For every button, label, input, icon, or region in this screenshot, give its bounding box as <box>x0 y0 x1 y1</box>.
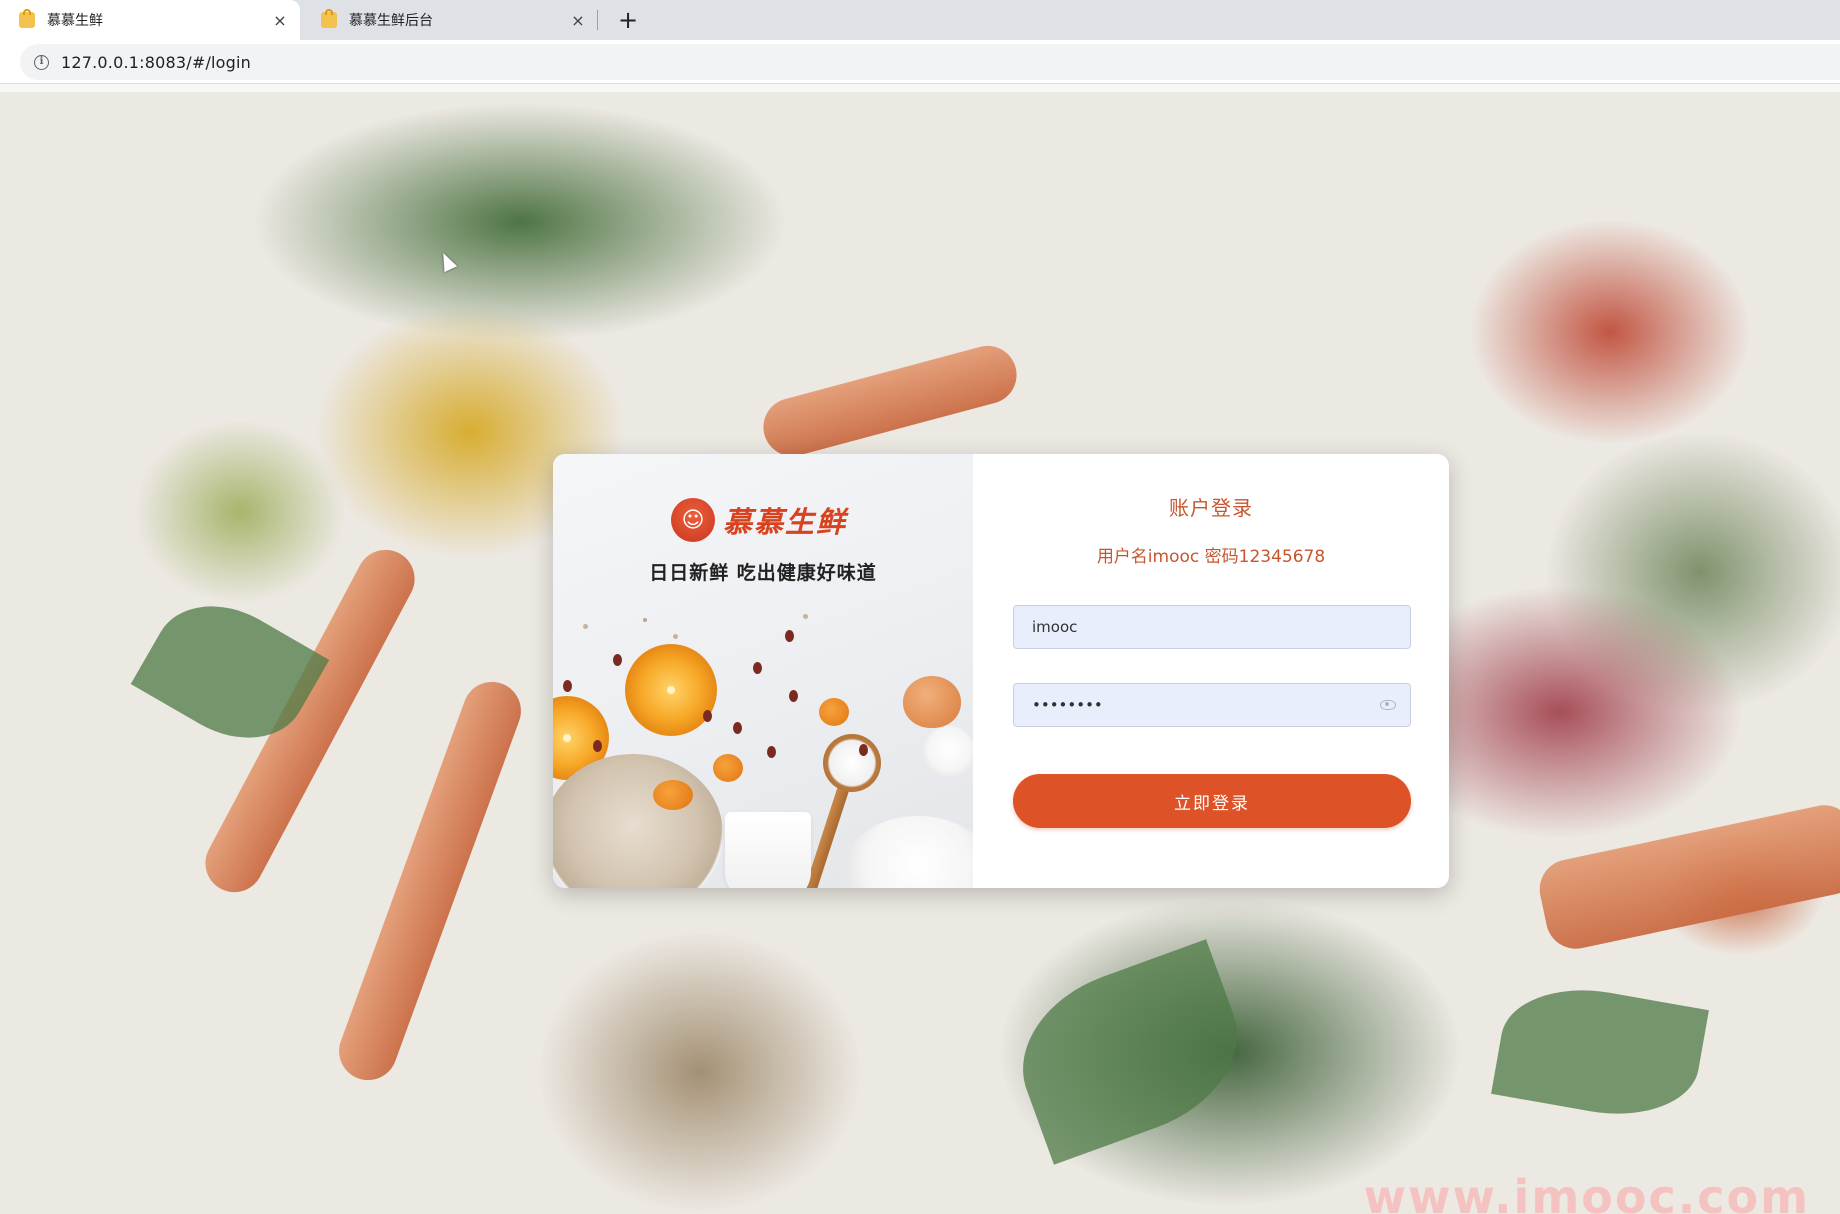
apricot-image <box>819 698 849 726</box>
login-card: ☺ 慕慕生鲜 日日新鲜 吃出健康好味道 账户登录 用户名imooc 密码1234… <box>553 454 1449 888</box>
tab-title: 慕慕生鲜后台 <box>349 13 433 29</box>
url-text[interactable]: 127.0.0.1:8083/#/login <box>61 53 251 72</box>
credentials-hint: 用户名imooc 密码12345678 <box>1096 547 1326 567</box>
raisin-image <box>563 680 572 692</box>
brand-name: 慕慕生鲜 <box>723 505 848 539</box>
milk-cup-image <box>725 812 811 888</box>
browser-toolbar: i 127.0.0.1:8083/#/login <box>0 40 1840 84</box>
new-tab-button[interactable]: + <box>612 4 644 36</box>
promo-panel: ☺ 慕慕生鲜 日日新鲜 吃出健康好味道 <box>553 454 973 888</box>
egg-image <box>903 676 961 728</box>
raisin-image <box>613 654 622 666</box>
carrot-decoration <box>1534 799 1840 955</box>
oat-flake-image <box>643 618 647 622</box>
leaf-decoration <box>1491 975 1709 1129</box>
spoon-image <box>823 734 881 792</box>
browser-tab-bar: 慕慕生鲜 × 慕慕生鲜后台 × + <box>0 0 1840 40</box>
shopping-bag-icon <box>19 9 35 28</box>
tab-mumu-shengxian[interactable]: 慕慕生鲜 × <box>0 0 300 40</box>
apricot-image <box>653 780 693 810</box>
raisin-image <box>753 662 762 674</box>
address-bar[interactable]: i 127.0.0.1:8083/#/login <box>20 44 1840 80</box>
username-input[interactable]: imooc <box>1013 605 1411 649</box>
tab-divider <box>597 10 598 30</box>
toolbar-divider <box>0 84 1840 92</box>
password-input[interactable]: •••••••• <box>1013 683 1411 727</box>
mouse-cursor-icon <box>436 249 458 273</box>
close-tab-icon[interactable]: × <box>566 11 590 30</box>
oat-bowl-image <box>553 754 723 888</box>
raisin-image <box>767 746 776 758</box>
tab-mumu-admin[interactable]: 慕慕生鲜后台 × <box>302 0 598 40</box>
flour-bowl-image <box>843 816 973 888</box>
raisin-image <box>785 630 794 642</box>
raisin-image <box>703 710 712 722</box>
username-value[interactable]: imooc <box>1032 618 1410 636</box>
oat-flake-image <box>803 614 808 619</box>
password-value[interactable]: •••••••• <box>1032 696 1380 714</box>
brand-logo-icon: ☺ <box>671 498 715 542</box>
form-title: 账户登录 <box>1169 496 1253 520</box>
login-form: 账户登录 用户名imooc 密码12345678 imooc •••••••• … <box>973 454 1449 888</box>
raisin-image <box>733 722 742 734</box>
raisin-image <box>593 740 602 752</box>
butter-dish-image <box>923 726 973 778</box>
show-password-eye-icon[interactable] <box>1380 700 1396 710</box>
raisin-image <box>859 744 868 756</box>
carrot-decoration <box>330 673 530 1089</box>
brand-slogan: 日日新鲜 吃出健康好味道 <box>649 562 877 584</box>
oat-flake-image <box>673 634 678 639</box>
raisin-image <box>789 690 798 702</box>
tab-title: 慕慕生鲜 <box>47 13 103 29</box>
carrot-decoration <box>756 339 1024 463</box>
login-submit-button[interactable]: 立即登录 <box>1013 774 1411 828</box>
watermark-text: www.imooc.com <box>1363 1170 1810 1214</box>
close-tab-icon[interactable]: × <box>268 11 292 30</box>
oat-flake-image <box>583 624 588 629</box>
apricot-image <box>713 754 743 782</box>
leaf-decoration <box>999 939 1261 1165</box>
shopping-bag-icon <box>321 9 337 28</box>
site-info-icon[interactable]: i <box>34 54 49 70</box>
brand-header: ☺ 慕慕生鲜 <box>671 498 847 542</box>
orange-slice-image <box>625 644 717 736</box>
